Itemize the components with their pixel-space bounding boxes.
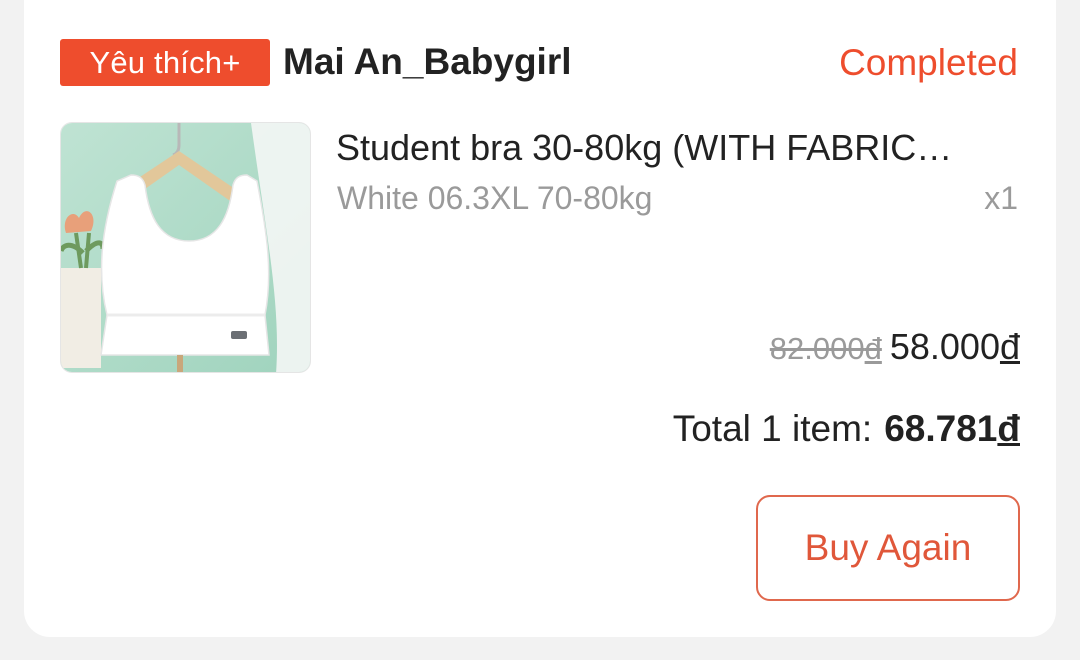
- order-total-label: Total 1 item:: [672, 408, 873, 449]
- product-thumbnail[interactable]: [60, 122, 311, 373]
- buy-again-button[interactable]: Buy Again: [756, 495, 1020, 601]
- order-status: Completed: [839, 42, 1018, 83]
- product-name[interactable]: Student bra 30-80kg (WITH FABRIC…: [336, 124, 1020, 172]
- order-total-amount: 68.781đ: [884, 408, 1020, 450]
- product-variant: White 06.3XL 70-80kg: [337, 180, 653, 216]
- order-total-currency: đ: [997, 408, 1020, 449]
- price-row: 82.000đ 58.000đ: [770, 326, 1020, 368]
- order-total-value: 68.781: [884, 408, 998, 449]
- current-price-value: 58.000: [889, 326, 1000, 367]
- original-price-currency: đ: [864, 331, 882, 366]
- original-price-value: 82.000: [769, 331, 865, 366]
- original-price: 82.000đ: [770, 331, 882, 367]
- current-price: 58.000đ: [890, 326, 1020, 368]
- product-quantity: x1: [984, 180, 1018, 216]
- current-price-currency: đ: [999, 326, 1020, 367]
- shop-name[interactable]: Mai An_Babygirl: [283, 36, 572, 88]
- product-photo-icon: [61, 123, 310, 372]
- favorite-plus-badge: Yêu thích+: [60, 39, 270, 86]
- order-total-row: Total 1 item: 68.781đ: [673, 408, 1020, 450]
